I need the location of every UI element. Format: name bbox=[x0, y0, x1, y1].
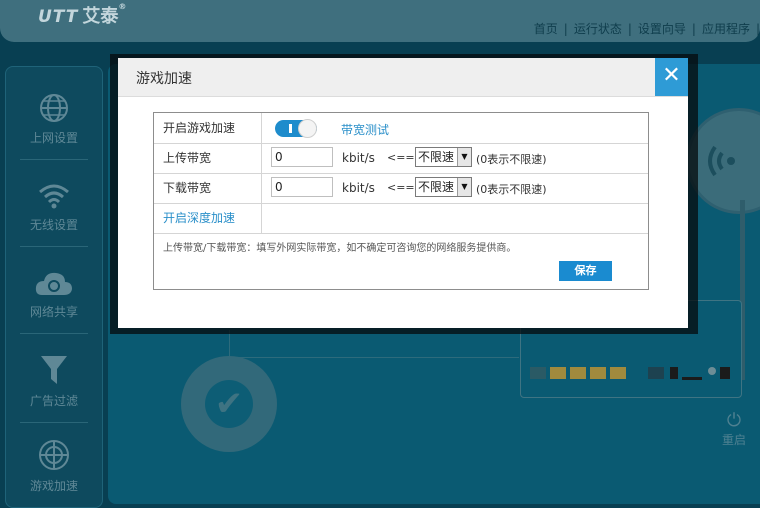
sidebar-item-label: 上网设置 bbox=[29, 131, 78, 145]
upload-bandwidth-input[interactable] bbox=[271, 147, 333, 167]
top-nav: 首页 | 运行状态 | 设置向导 | 应用程序 | bbox=[528, 20, 760, 37]
close-button[interactable]: ✕ bbox=[655, 58, 688, 96]
upload-arrow: <== bbox=[387, 151, 415, 164]
wifi-signal-icon bbox=[708, 145, 735, 177]
logo-name: 艾泰 bbox=[82, 6, 119, 27]
dialog-title: 游戏加速 bbox=[136, 71, 192, 87]
upload-select-value: 不限速 bbox=[418, 150, 455, 164]
chevron-down-icon: ▼ bbox=[457, 178, 471, 196]
dialog-title-bar: 游戏加速 ✕ bbox=[118, 58, 688, 97]
row-upload: 上传带宽 kbit/s <== 不限速 ▼ (0表示不限速) bbox=[154, 143, 648, 174]
upload-unit: kbit/s bbox=[342, 151, 375, 165]
download-hint: (0表示不限速) bbox=[476, 183, 547, 196]
sidebar-item-wireless[interactable]: 无线设置 bbox=[6, 182, 102, 247]
logo-mark: UTT bbox=[38, 7, 79, 27]
download-unit: kbit/s bbox=[342, 181, 375, 195]
upload-label: 上传带宽 bbox=[154, 143, 262, 173]
nav-wizard[interactable]: 设置向导 bbox=[632, 22, 692, 36]
toggle-knob bbox=[298, 119, 317, 138]
gamepad-globe-icon bbox=[39, 440, 69, 470]
logo-registered: ® bbox=[118, 2, 127, 11]
funnel-icon bbox=[41, 356, 67, 384]
game-accel-dialog: 游戏加速 ✕ 开启游戏加速 带宽测试 上传带宽 kbit/s <== 不限速 ▼… bbox=[118, 58, 688, 328]
download-select-value: 不限速 bbox=[418, 180, 455, 194]
sidebar-item-label: 无线设置 bbox=[29, 218, 78, 232]
sidebar-item-internet[interactable]: 上网设置 bbox=[6, 93, 102, 160]
globe-icon bbox=[40, 94, 68, 122]
enable-toggle[interactable] bbox=[275, 119, 317, 138]
power-icon: ⏻ bbox=[726, 410, 742, 431]
reboot-button[interactable]: ⏻ 重启 bbox=[722, 410, 746, 448]
download-label: 下载带宽 bbox=[154, 173, 262, 203]
sidebar-item-game[interactable]: 游戏加速 bbox=[6, 439, 102, 494]
chevron-down-icon: ▼ bbox=[457, 148, 471, 166]
download-bandwidth-input[interactable] bbox=[271, 177, 333, 197]
sidebar-item-label: 广告过滤 bbox=[29, 394, 78, 408]
download-arrow: <== bbox=[387, 181, 415, 194]
sidebar-item-adfilter[interactable]: 广告过滤 bbox=[6, 354, 102, 423]
cloud-share-icon bbox=[35, 272, 72, 295]
reboot-label: 重启 bbox=[722, 433, 747, 447]
checkmark-icon: ✔ bbox=[205, 380, 253, 428]
bandwidth-test-link[interactable]: 带宽测试 bbox=[341, 121, 389, 138]
upload-speed-select[interactable]: 不限速 ▼ bbox=[415, 147, 472, 167]
sidebar-item-label: 网络共享 bbox=[29, 305, 78, 319]
bandwidth-note: 上传带宽/下载带宽：填写外网实际带宽，如不确定可咨询您的网络服务提供商。 bbox=[163, 243, 517, 254]
nav-status[interactable]: 运行状态 bbox=[568, 22, 628, 36]
nav-apps[interactable]: 应用程序 bbox=[696, 22, 756, 36]
row-deep-accel: 开启深度加速 bbox=[154, 203, 648, 234]
top-header: UTT 艾泰® 首页 | 运行状态 | 设置向导 | 应用程序 | bbox=[0, 0, 760, 42]
close-icon: ✕ bbox=[662, 63, 681, 88]
wifi-icon bbox=[39, 184, 69, 209]
nav-home[interactable]: 首页 bbox=[528, 22, 564, 36]
upload-hint: (0表示不限速) bbox=[476, 153, 547, 166]
brand-logo: UTT 艾泰® bbox=[38, 2, 126, 28]
row-download: 下载带宽 kbit/s <== 不限速 ▼ (0表示不限速) bbox=[154, 173, 648, 204]
row-enable: 开启游戏加速 带宽测试 bbox=[154, 113, 648, 144]
settings-table: 开启游戏加速 带宽测试 上传带宽 kbit/s <== 不限速 ▼ (0表示不限… bbox=[153, 112, 649, 290]
deep-accel-link[interactable]: 开启深度加速 bbox=[154, 203, 262, 233]
sidebar: 上网设置 无线设置 网络共享 广告过滤 游戏加速 bbox=[5, 66, 103, 508]
download-speed-select[interactable]: 不限速 ▼ bbox=[415, 177, 472, 197]
sidebar-item-sharing[interactable]: 网络共享 bbox=[6, 269, 102, 334]
enable-label: 开启游戏加速 bbox=[154, 113, 262, 143]
sidebar-item-label: 游戏加速 bbox=[29, 479, 78, 493]
status-check-circle: ✔ bbox=[181, 356, 277, 452]
save-button[interactable]: 保存 bbox=[559, 261, 612, 281]
